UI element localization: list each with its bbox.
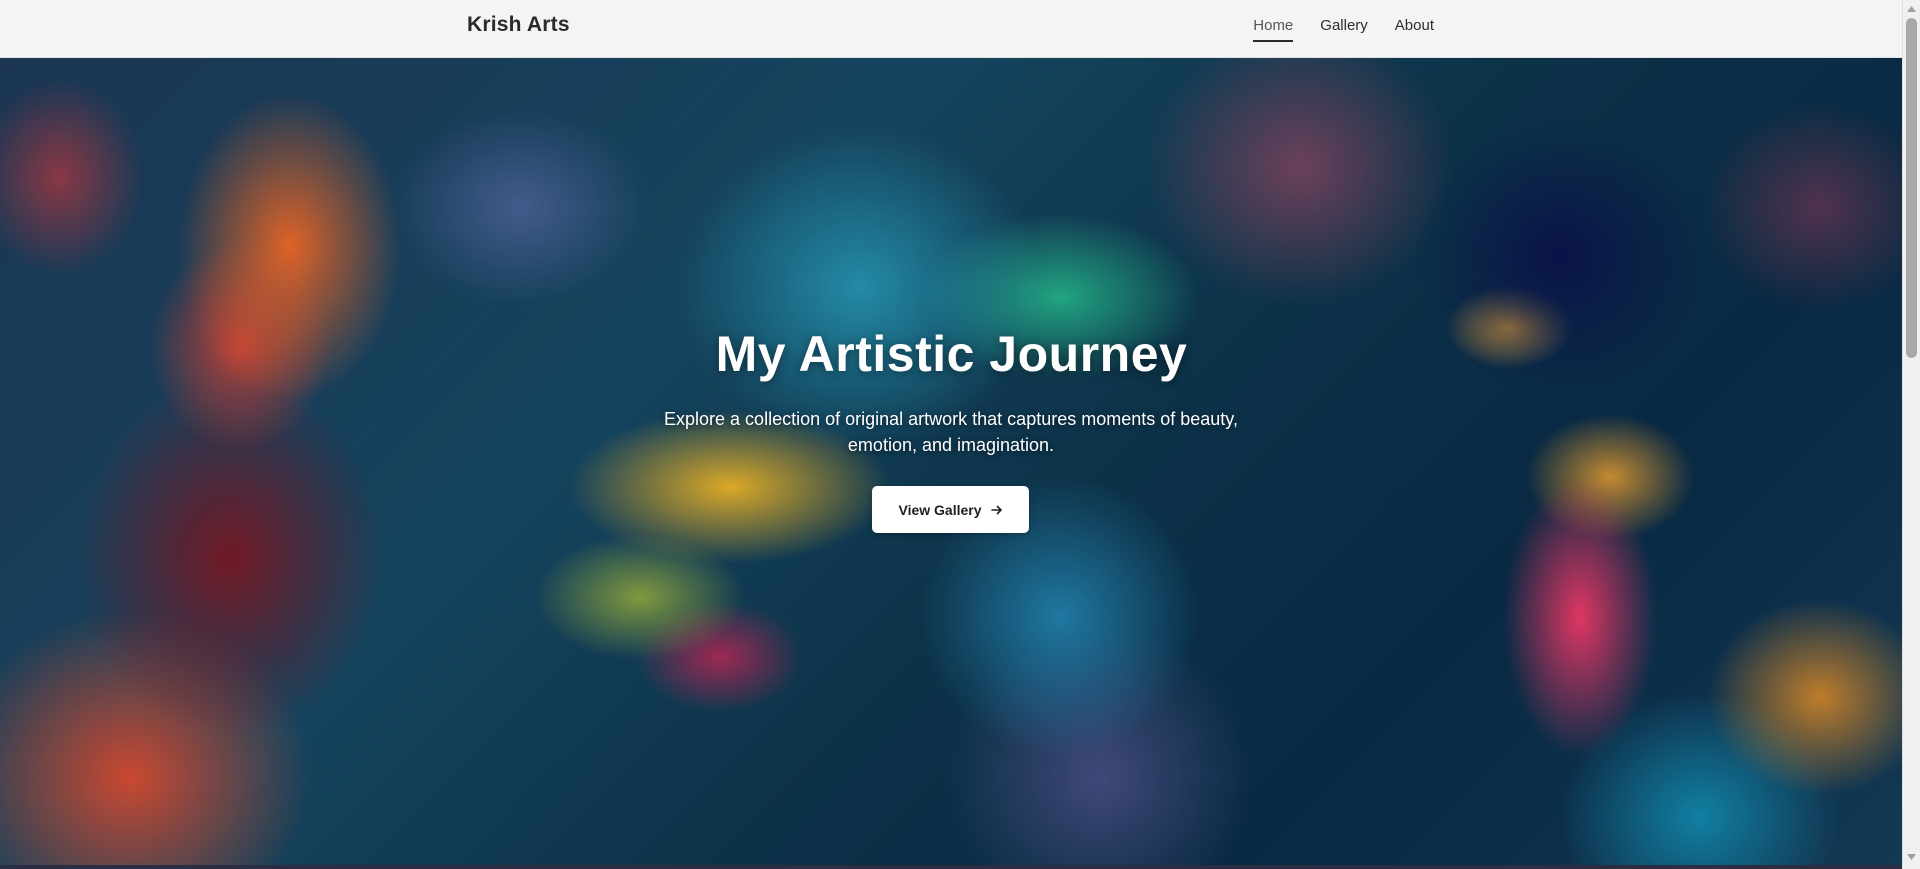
footer-edge [0, 865, 1903, 869]
nav-item-about[interactable]: About [1395, 17, 1434, 40]
hero-subtitle: Explore a collection of original artwork… [664, 409, 1238, 455]
brand-logo[interactable]: Krish Arts [467, 13, 570, 37]
view-gallery-button-label: View Gallery [898, 501, 982, 518]
nav-item-gallery[interactable]: Gallery [1320, 17, 1368, 40]
arrow-right-icon [990, 505, 1002, 514]
hero-section: My Artistic Journey Explore a collection… [0, 57, 1903, 865]
hero-background-artwork [0, 57, 1903, 865]
scroll-down-arrow-icon[interactable] [1903, 848, 1920, 865]
vertical-scrollbar[interactable] [1902, 0, 1920, 869]
page: Krish Arts Home Gallery About My Artisti… [0, 0, 1920, 869]
scrollbar-thumb[interactable] [1906, 18, 1917, 358]
scroll-up-arrow-icon[interactable] [1903, 0, 1920, 17]
view-gallery-button[interactable]: View Gallery [872, 486, 1029, 533]
main-nav: Home Gallery About [1253, 17, 1434, 42]
site-header: Krish Arts Home Gallery About [0, 0, 1903, 58]
nav-item-home[interactable]: Home [1253, 17, 1294, 42]
hero-title: My Artistic Journey [715, 326, 1188, 382]
